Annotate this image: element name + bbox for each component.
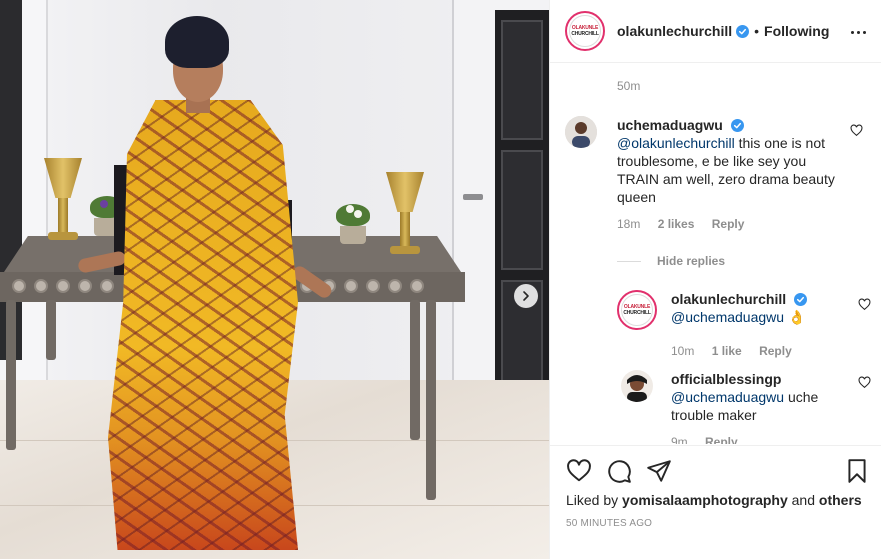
console-stud — [410, 279, 424, 293]
likes-summary: Liked by yomisalaamphotography and other… — [566, 492, 862, 508]
hide-replies-button[interactable]: Hide replies — [617, 254, 725, 268]
gold-vase — [386, 172, 424, 254]
chevron-right-icon — [523, 291, 529, 301]
liked-by-others[interactable]: others — [819, 492, 862, 508]
post-timestamp[interactable]: 50 MINUTES AGO — [566, 518, 652, 529]
avatar-logo-text: CHURCHILL — [623, 310, 651, 316]
console-stud — [344, 279, 358, 293]
mention-link[interactable]: @uchemaduagwu — [671, 309, 784, 325]
following-button[interactable]: Following — [764, 23, 829, 39]
console-stud — [34, 279, 48, 293]
post-header: OLAKUNLE CHURCHILL olakunlechurchill • F… — [550, 0, 881, 63]
mention-link[interactable]: @olakunlechurchill — [617, 135, 735, 151]
head-wrap — [165, 16, 229, 68]
avatar[interactable] — [565, 116, 597, 148]
liked-by-user[interactable]: yomisalaamphotography — [622, 492, 788, 508]
comment-text: 👌 — [787, 309, 806, 325]
post-side-panel: OLAKUNLE CHURCHILL olakunlechurchill • F… — [549, 0, 881, 559]
door-pane — [501, 150, 543, 270]
comments-list[interactable]: 50m uchemaduagwu @olakunlechurchill this… — [550, 64, 881, 444]
comment-username[interactable]: uchemaduagwu — [617, 117, 723, 133]
flower — [346, 205, 354, 213]
comment-likes[interactable]: 1 like — [712, 344, 742, 358]
likes-prefix: Liked by — [566, 492, 619, 508]
console-stud — [366, 279, 380, 293]
bookmark-icon[interactable] — [844, 458, 870, 484]
comment-time[interactable]: 18m — [617, 217, 640, 231]
verified-badge-icon — [730, 119, 744, 132]
console-stud — [100, 279, 114, 293]
reply-button[interactable]: Reply — [705, 435, 738, 444]
author-username[interactable]: olakunlechurchill — [617, 23, 732, 39]
hide-replies-label: Hide replies — [657, 254, 726, 268]
avatar-logo-text: CHURCHILL — [571, 31, 599, 37]
heart-icon[interactable] — [858, 298, 871, 311]
post-photo[interactable] — [0, 0, 549, 559]
likes-conjunction: and — [791, 492, 815, 508]
post-actions: Liked by yomisalaamphotography and other… — [550, 445, 881, 559]
author-avatar[interactable]: OLAKUNLE CHURCHILL — [565, 11, 605, 51]
comment-time[interactable]: 9m — [671, 435, 688, 444]
verified-badge-icon — [794, 293, 808, 306]
console-leg — [410, 300, 420, 440]
carousel-next-button[interactable] — [514, 284, 538, 308]
comment-username[interactable]: olakunlechurchill — [671, 291, 786, 307]
heart-icon[interactable] — [566, 458, 592, 484]
mention-link[interactable]: @uchemaduagwu — [671, 389, 784, 405]
comment-likes[interactable]: 2 likes — [658, 217, 695, 231]
comment-username[interactable]: officialblessingp — [671, 371, 781, 387]
console-stud — [56, 279, 70, 293]
flower — [100, 200, 108, 208]
console-stud — [12, 279, 26, 293]
console-leg — [46, 300, 56, 360]
more-options-icon[interactable] — [848, 22, 868, 42]
caption-time: 50m — [617, 79, 641, 93]
divider — [617, 260, 641, 262]
console-stud — [78, 279, 92, 293]
reply: OLAKUNLE CHURCHILL olakunlechurchill @uc… — [617, 290, 875, 360]
comment-time[interactable]: 10m — [671, 344, 694, 358]
console-leg — [6, 300, 16, 450]
heart-icon[interactable] — [858, 376, 871, 389]
avatar[interactable]: OLAKUNLE CHURCHILL — [617, 290, 657, 330]
door-pane — [501, 20, 543, 140]
gold-vase — [44, 158, 82, 240]
avatar[interactable] — [621, 370, 653, 402]
heart-icon[interactable] — [850, 124, 863, 137]
flower — [354, 210, 362, 218]
console-stud — [388, 279, 402, 293]
separator-dot: • — [754, 23, 760, 39]
reply-button[interactable]: Reply — [712, 217, 745, 231]
paper-plane-icon[interactable] — [646, 458, 672, 484]
reply-button[interactable]: Reply — [759, 344, 792, 358]
reply: officialblessingp @uchemaduagwu uche tro… — [617, 370, 875, 444]
door-handle — [463, 194, 483, 200]
comment-icon[interactable] — [606, 458, 632, 484]
comment: uchemaduagwu @olakunlechurchill this one… — [565, 116, 875, 246]
ankara-dress — [108, 100, 298, 550]
verified-badge-icon — [736, 24, 750, 38]
console-leg — [426, 300, 436, 500]
